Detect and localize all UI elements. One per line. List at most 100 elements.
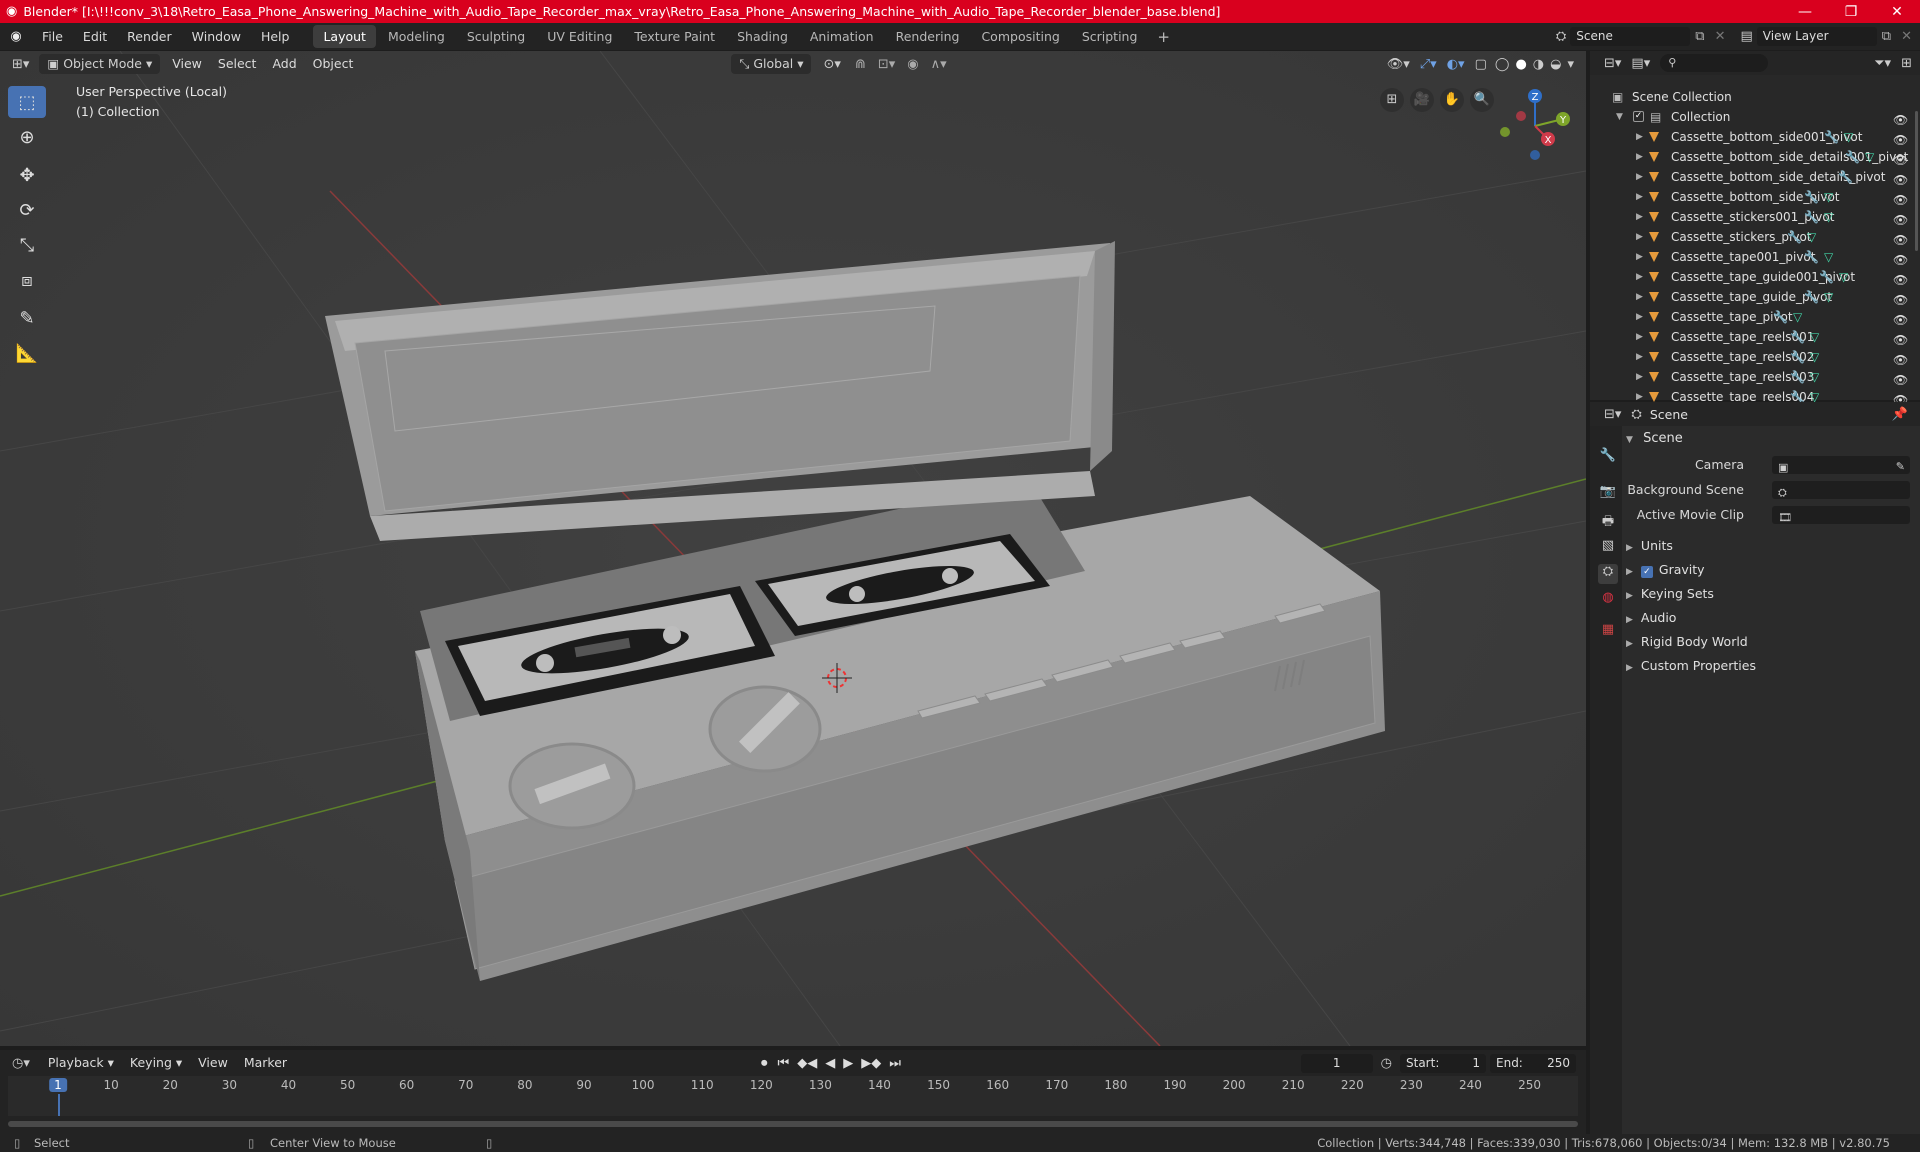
vertex-group-icon[interactable]: ▽ xyxy=(1824,247,1833,267)
audio-panel[interactable]: ▶ Audio xyxy=(1626,607,1916,629)
rotate-tool[interactable]: ⟳ xyxy=(8,194,46,226)
menu-window[interactable]: Window xyxy=(182,23,251,50)
menu-playback[interactable]: Playback ▾ xyxy=(40,1052,122,1074)
current-frame-marker[interactable]: 1 xyxy=(49,1078,67,1092)
filter-icon[interactable]: ⏷▾ xyxy=(1874,56,1891,71)
timeline-scrollbar[interactable] xyxy=(8,1121,1578,1127)
preview-range-icon[interactable]: ◷ xyxy=(1373,1056,1400,1071)
expand-arrow-icon[interactable]: ▶ xyxy=(1636,167,1643,187)
outliner-row-object[interactable]: ▶ Cassette_tape_reels003 🔧 ▽ 👁 xyxy=(1590,367,1920,387)
modifier-wrench-icon[interactable]: 🔧 xyxy=(1790,367,1805,387)
keying-sets-panel[interactable]: ▶ Keying Sets xyxy=(1626,583,1916,605)
falloff-icon[interactable]: ∧▾ xyxy=(925,57,953,72)
modifier-wrench-icon[interactable]: 🔧 xyxy=(1790,327,1805,347)
tab-layout[interactable]: Layout xyxy=(313,25,376,48)
view-layer-icon[interactable]: ▤ xyxy=(1731,29,1757,44)
scene-tab[interactable]: ⛭ xyxy=(1598,564,1618,584)
expand-arrow-icon[interactable]: ▶ xyxy=(1636,247,1643,267)
outliner-row-scene-collection[interactable]: ▣ Scene Collection xyxy=(1590,87,1920,107)
move-tool[interactable]: ✥ xyxy=(8,159,46,191)
world-tab[interactable]: ◍ xyxy=(1598,590,1618,610)
jump-start-icon[interactable]: ⏮ xyxy=(774,1056,794,1071)
prev-keyframe-icon[interactable]: ◆◀ xyxy=(793,1056,821,1071)
new-view-layer-icon[interactable]: ⧉ xyxy=(1877,29,1896,44)
tab-compositing[interactable]: Compositing xyxy=(971,25,1069,48)
measure-tool[interactable]: 📐 xyxy=(8,337,46,369)
active-movie-clip-field[interactable]: 🎞 xyxy=(1772,506,1910,524)
view-layer-tab[interactable]: ▧ xyxy=(1598,538,1618,558)
menu-edit[interactable]: Edit xyxy=(73,23,117,50)
transform-tool[interactable]: ⧈ xyxy=(8,264,46,296)
close-button[interactable]: ✕ xyxy=(1874,4,1920,20)
expand-arrow-icon[interactable]: ▶ xyxy=(1636,307,1643,327)
menu-keying[interactable]: Keying ▾ xyxy=(122,1052,190,1074)
collapse-arrow-icon[interactable]: ▼ xyxy=(1616,107,1623,127)
gravity-panel[interactable]: ▶ ✓ Gravity xyxy=(1626,559,1916,581)
pan-view-icon[interactable]: ✋ xyxy=(1440,88,1464,112)
vertex-group-icon[interactable]: ▽ xyxy=(1807,227,1816,247)
modifier-wrench-icon[interactable]: 🔧 xyxy=(1804,287,1819,307)
expand-arrow-icon[interactable]: ▶ xyxy=(1636,287,1643,307)
start-frame-field[interactable]: Start: 1 xyxy=(1400,1053,1486,1073)
vertex-group-icon[interactable]: ▽ xyxy=(1824,187,1833,207)
snap-target-icon[interactable]: ⊡▾ xyxy=(872,57,901,72)
vertex-group-icon[interactable]: ▽ xyxy=(1844,127,1853,147)
outliner-row-object[interactable]: ▶ Cassette_tape_pivot 🔧 ▽ 👁 xyxy=(1590,307,1920,327)
vertex-group-icon[interactable]: ▽ xyxy=(1810,347,1819,367)
scale-tool[interactable]: ⤡ xyxy=(8,229,46,261)
menu-marker[interactable]: Marker xyxy=(236,1052,295,1074)
vertex-group-icon[interactable]: ▽ xyxy=(1810,327,1819,347)
tab-uv-editing[interactable]: UV Editing xyxy=(537,25,622,48)
vertex-group-icon[interactable]: ▽ xyxy=(1824,207,1833,227)
outliner-row-object[interactable]: ▶ Cassette_bottom_side_details_pivot 🔧 👁 xyxy=(1590,167,1920,187)
modifier-wrench-icon[interactable]: 🔧 xyxy=(1838,167,1853,187)
expand-arrow-icon[interactable]: ▶ xyxy=(1636,267,1643,287)
current-frame-field[interactable]: 1 xyxy=(1300,1053,1373,1073)
view-layer-field[interactable]: View Layer xyxy=(1756,27,1877,46)
editor-type-icon[interactable]: ⊞▾ xyxy=(0,57,35,72)
outliner-row-object[interactable]: ▶ Cassette_bottom_side001_pivot 🔧 ▽ 👁 xyxy=(1590,127,1920,147)
end-frame-field[interactable]: End: 250 xyxy=(1490,1053,1576,1073)
menu-help[interactable]: Help xyxy=(251,23,300,50)
annotate-tool[interactable]: ✎ xyxy=(8,302,46,334)
xray-icon[interactable]: ▢ xyxy=(1470,57,1492,72)
timeline-editor-icon[interactable]: ◷▾ xyxy=(0,1056,40,1071)
blender-menu-icon[interactable]: ◉ xyxy=(0,29,32,44)
outliner-row-object[interactable]: ▶ Cassette_tape_reels001 🔧 ▽ 👁 xyxy=(1590,327,1920,347)
select-box-tool[interactable]: ⬚ xyxy=(8,86,46,118)
tab-animation[interactable]: Animation xyxy=(800,25,884,48)
menu-timeline-view[interactable]: View xyxy=(190,1052,236,1074)
tab-texture-paint[interactable]: Texture Paint xyxy=(624,25,725,48)
outliner-row-object[interactable]: ▶ Cassette_tape_guide_pivot 🔧 ▽ 👁 xyxy=(1590,287,1920,307)
vertex-group-icon[interactable]: ▽ xyxy=(1824,287,1833,307)
pivot-point-icon[interactable]: ⊙▾ xyxy=(815,57,848,72)
vertex-group-icon[interactable]: ▽ xyxy=(1839,267,1848,287)
modifier-wrench-icon[interactable]: 🔧 xyxy=(1804,207,1819,227)
pin-icon[interactable]: 📌 xyxy=(1892,407,1920,422)
toggle-grid-icon[interactable]: ⊞ xyxy=(1380,88,1404,112)
axis-gizmo[interactable]: Z Y X xyxy=(1495,86,1575,166)
camera-view-icon[interactable]: 🎥 xyxy=(1410,88,1434,112)
play-reverse-icon[interactable]: ◀ xyxy=(821,1056,839,1071)
next-keyframe-icon[interactable]: ▶◆ xyxy=(857,1056,885,1071)
outliner-row-object[interactable]: ▶ Cassette_stickers_pivot 🔧 ▽ 👁 xyxy=(1590,227,1920,247)
delete-view-layer-icon[interactable]: ✕ xyxy=(1896,29,1920,44)
transform-orientation-dropdown[interactable]: ⤡ Global ▾ xyxy=(731,54,812,74)
add-workspace-icon[interactable]: + xyxy=(1149,28,1178,46)
menu-add[interactable]: Add xyxy=(264,53,304,75)
new-scene-icon[interactable]: ⧉ xyxy=(1690,29,1709,44)
wireframe-shading-icon[interactable]: ◯ xyxy=(1492,57,1513,72)
modifier-wrench-icon[interactable]: 🔧 xyxy=(1773,307,1788,327)
custom-properties-panel[interactable]: ▶ Custom Properties xyxy=(1626,655,1916,677)
new-collection-icon[interactable]: ⊞ xyxy=(1901,56,1912,71)
tab-scripting[interactable]: Scripting xyxy=(1072,25,1148,48)
object-mode-dropdown[interactable]: ▣ Object Mode ▾ xyxy=(39,54,161,74)
outliner-row-object[interactable]: ▶ Cassette_bottom_side_pivot 🔧 ▽ 👁 xyxy=(1590,187,1920,207)
outliner-scrollbar[interactable] xyxy=(1915,111,1918,251)
menu-file[interactable]: File xyxy=(32,23,73,50)
outliner-row-object[interactable]: ▶ Cassette_stickers001_pivot 🔧 ▽ 👁 xyxy=(1590,207,1920,227)
rigid-body-world-panel[interactable]: ▶ Rigid Body World xyxy=(1626,631,1916,653)
modifier-wrench-icon[interactable]: 🔧 xyxy=(1804,187,1819,207)
snap-icon[interactable]: ⋒ xyxy=(849,57,872,72)
menu-render[interactable]: Render xyxy=(117,23,182,50)
